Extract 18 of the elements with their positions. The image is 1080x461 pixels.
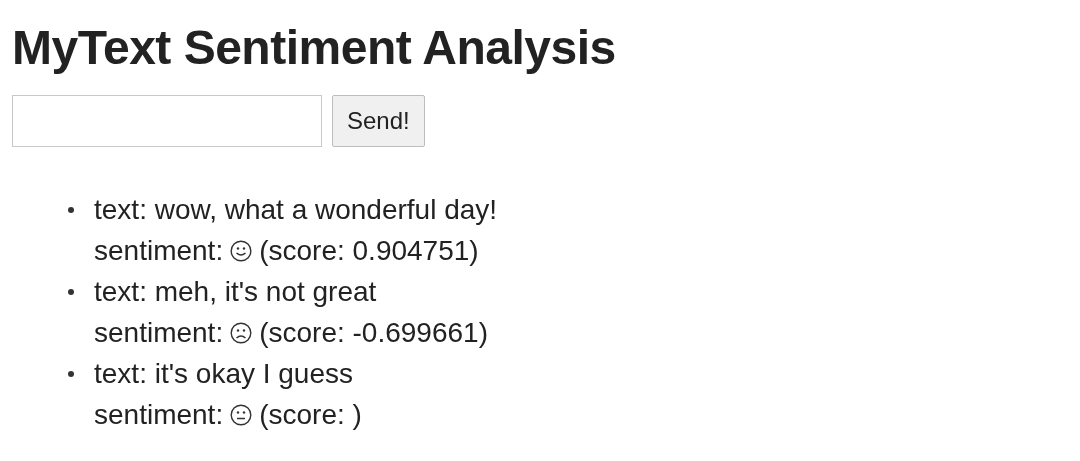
bullet-icon xyxy=(68,289,74,295)
text-input-field[interactable] xyxy=(12,95,322,147)
sentiment-label: sentiment: xyxy=(94,316,224,350)
page-title: MyText Sentiment Analysis xyxy=(12,20,617,75)
frowning-face-icon xyxy=(230,321,253,344)
score-text: (score: -0.699661) xyxy=(259,316,488,350)
result-text: text: meh, it's not great xyxy=(94,275,378,309)
smiling-face-icon xyxy=(230,239,253,262)
result-text: text: it's okay I guess xyxy=(94,357,354,391)
bullet-icon xyxy=(68,207,74,213)
send-button[interactable]: Send! xyxy=(332,95,425,147)
sentiment-label: sentiment: xyxy=(94,398,224,432)
neutral-face-icon xyxy=(230,403,253,426)
bullet-icon xyxy=(68,371,74,377)
score-text: (score: 0.904751) xyxy=(259,234,479,268)
score-text: (score: ) xyxy=(259,398,362,432)
sentiment-label: sentiment: xyxy=(94,234,224,268)
result-text: text: wow, what a wonderful day! xyxy=(94,193,498,227)
